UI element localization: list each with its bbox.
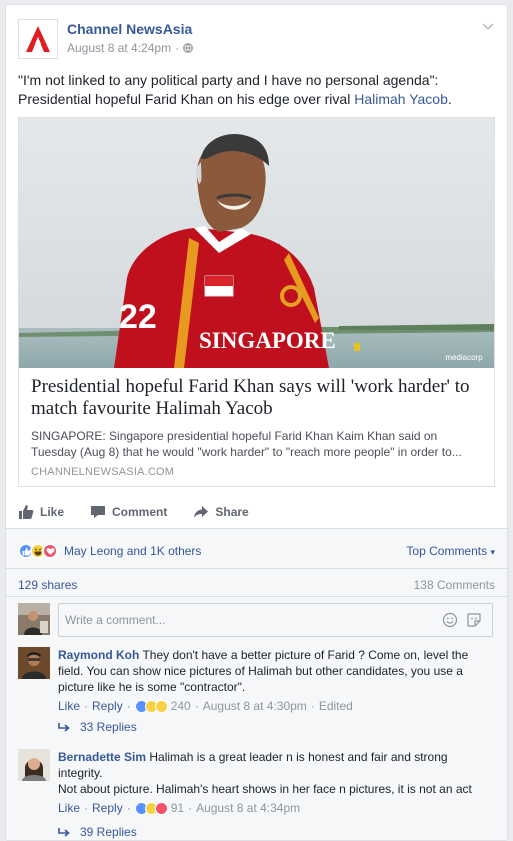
photo-watermark: mediacorp: [445, 353, 483, 362]
footer-dot: ·: [194, 699, 199, 713]
thumbs-up-icon: [19, 505, 34, 519]
comment-reply-link[interactable]: Reply: [92, 800, 123, 816]
caret-down-icon: ▾: [490, 547, 495, 557]
post-meta: August 8 at 4:24pm ·: [67, 41, 193, 55]
comment-reaction-icons[interactable]: [134, 801, 168, 815]
comment-item: Raymond Koh They don't have a better pic…: [18, 647, 495, 714]
view-replies-link[interactable]: 39 Replies: [58, 825, 137, 839]
comment-timestamp[interactable]: August 8 at 4:30pm: [203, 698, 307, 714]
meta-separator: ·: [175, 41, 180, 55]
attachment-title[interactable]: Presidential hopeful Farid Khan says wil…: [31, 376, 482, 420]
replies-count: 33 Replies: [80, 720, 137, 734]
like-label: Like: [40, 505, 65, 519]
action-bar: Like Comment Share: [18, 499, 495, 525]
page-logo[interactable]: [18, 19, 58, 59]
share-button[interactable]: Share: [193, 499, 249, 525]
comment-text-line2: Not about picture. Halimah's heart shows…: [58, 782, 472, 796]
comment-reply-link[interactable]: Reply: [92, 698, 123, 714]
smiley-icon[interactable]: [442, 612, 458, 628]
top-comments-label: Top Comments: [406, 544, 488, 558]
comment-footer: Like · Reply · 91 · August 8 at 4:34pm: [58, 800, 495, 816]
commenter-name[interactable]: Raymond Koh: [58, 648, 139, 662]
comment-bubble-icon: [91, 506, 106, 518]
reactions-row: May Leong and 1K others Top Comments ▾: [18, 539, 495, 563]
comment-input[interactable]: Write a comment...: [58, 603, 493, 637]
comment-body: Raymond Koh They don't have a better pic…: [58, 647, 495, 714]
reaction-icons[interactable]: [18, 543, 58, 559]
page-name-link[interactable]: Channel NewsAsia: [67, 21, 192, 37]
sad-reaction-icon: [154, 699, 168, 713]
share-arrow-icon: [194, 506, 209, 518]
comment-reaction-count[interactable]: 240: [171, 698, 191, 714]
comment-edited[interactable]: Edited: [319, 698, 353, 714]
comment-like-link[interactable]: Like: [58, 698, 80, 714]
post-text: "I'm not linked to any political party a…: [18, 71, 493, 109]
post-card: Channel NewsAsia August 8 at 4:24pm · "I…: [5, 4, 508, 841]
avatar[interactable]: [18, 749, 50, 781]
attachment-photo[interactable]: 22 SINGAPORE mediacorp: [19, 118, 494, 368]
shirt-number-text: 22: [119, 298, 157, 336]
top-comments-dropdown[interactable]: Top Comments ▾: [406, 544, 495, 558]
love-reaction-icon: [42, 543, 58, 559]
shirt-text: SINGAPORE: [199, 328, 336, 353]
comment-text-block: Raymond Koh They don't have a better pic…: [58, 647, 495, 695]
comment-button[interactable]: Comment: [90, 499, 167, 525]
mention-link[interactable]: Halimah Yacob: [354, 91, 448, 107]
footer-dot: ·: [188, 801, 193, 815]
commenter-name[interactable]: Bernadette Sim: [58, 750, 146, 764]
view-replies-link[interactable]: 33 Replies: [58, 720, 137, 734]
comment-like-link[interactable]: Like: [58, 800, 80, 816]
comment-placeholder: Write a comment...: [65, 613, 166, 627]
post-text-end: .: [447, 91, 452, 107]
love-reaction-icon: [154, 801, 168, 815]
comments-count[interactable]: 138 Comments: [414, 578, 495, 592]
footer-dot: ·: [126, 801, 131, 815]
comment-label: Comment: [112, 505, 168, 519]
farid-khan-photo: 22 SINGAPORE mediacorp: [19, 118, 494, 368]
avatar[interactable]: [18, 603, 50, 635]
reply-arrow-icon: [58, 723, 70, 732]
footer-dot: ·: [126, 699, 131, 713]
attachment-domain: CHANNELNEWSASIA.COM: [31, 466, 175, 478]
avatar[interactable]: [18, 647, 50, 679]
comment-item: Bernadette Sim Halimah is a great leader…: [18, 749, 495, 816]
link-attachment[interactable]: 22 SINGAPORE mediacorp Presidential hope…: [18, 117, 495, 487]
comment-body: Bernadette Sim Halimah is a great leader…: [58, 749, 495, 816]
channel-newsasia-logo-icon: [26, 26, 50, 52]
attachment-description: SINGAPORE: Singapore presidential hopefu…: [31, 429, 462, 459]
comment-composer: Write a comment...: [18, 603, 493, 637]
replies-count: 39 Replies: [80, 825, 137, 839]
post-stats: 129 shares 138 Comments: [18, 578, 495, 592]
chevron-down-icon[interactable]: [481, 19, 495, 33]
divider: [6, 596, 507, 597]
shares-count[interactable]: 129 shares: [18, 578, 77, 592]
post-timestamp[interactable]: August 8 at 4:24pm: [67, 41, 171, 55]
reply-arrow-icon: [58, 828, 70, 837]
sticker-icon[interactable]: [466, 612, 482, 628]
comment-reaction-count[interactable]: 91: [171, 800, 184, 816]
comment-timestamp[interactable]: August 8 at 4:34pm: [196, 800, 300, 816]
footer-dot: ·: [84, 699, 89, 713]
globe-icon[interactable]: [183, 43, 193, 53]
comment-reaction-icons[interactable]: [134, 699, 168, 713]
like-button[interactable]: Like: [18, 499, 64, 525]
comment-footer: Like · Reply · 240 · August 8 at 4:30pm …: [58, 698, 495, 714]
share-label: Share: [215, 505, 249, 519]
post-header: Channel NewsAsia August 8 at 4:24pm ·: [18, 17, 495, 61]
footer-dot: ·: [310, 699, 315, 713]
reaction-names[interactable]: May Leong and 1K others: [64, 544, 201, 558]
comment-text-block: Bernadette Sim Halimah is a great leader…: [58, 749, 495, 781]
footer-dot: ·: [84, 801, 89, 815]
divider: [6, 568, 507, 569]
